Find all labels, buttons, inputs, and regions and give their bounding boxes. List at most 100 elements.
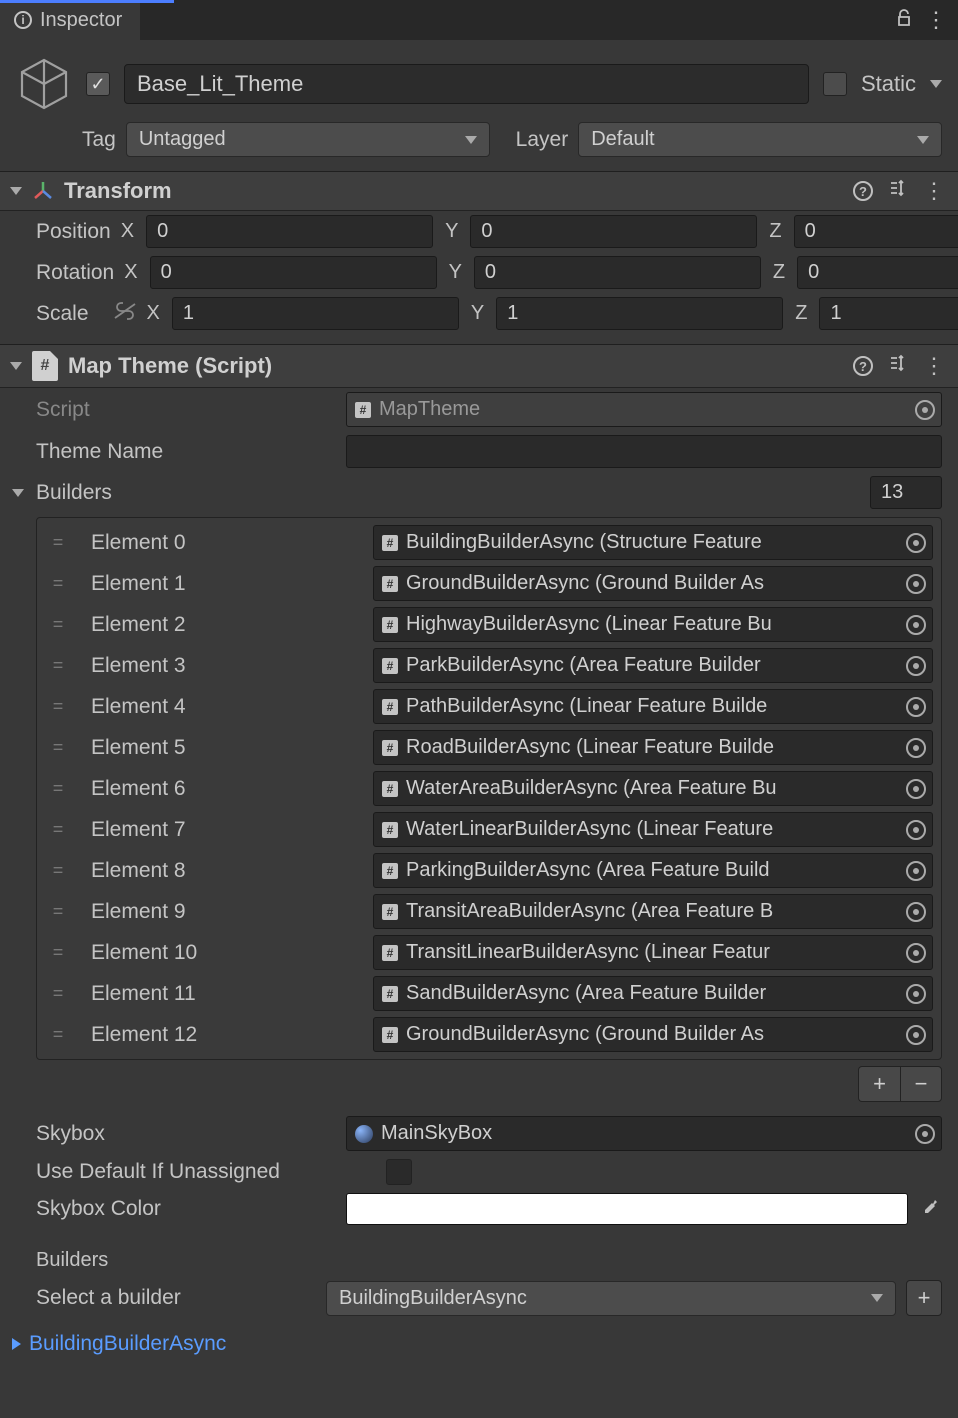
element-ref-field[interactable]: #WaterLinearBuilderAsync (Linear Feature: [373, 812, 933, 847]
drag-handle-icon[interactable]: =: [45, 573, 69, 594]
element-ref-field[interactable]: #TransitLinearBuilderAsync (Linear Featu…: [373, 935, 933, 970]
use-default-checkbox[interactable]: [386, 1159, 412, 1185]
target-icon[interactable]: [906, 697, 926, 717]
transform-header[interactable]: Transform ? ⋮: [0, 171, 958, 211]
builder-foldout-row[interactable]: BuildingBuilderAsync: [0, 1326, 958, 1356]
builder-element-row[interactable]: =Element 6#WaterAreaBuilderAsync (Area F…: [41, 768, 937, 809]
target-icon[interactable]: [906, 574, 926, 594]
target-icon[interactable]: [906, 656, 926, 676]
builder-element-row[interactable]: =Element 3#ParkBuilderAsync (Area Featur…: [41, 645, 937, 686]
target-icon[interactable]: [906, 615, 926, 635]
drag-handle-icon[interactable]: =: [45, 819, 69, 840]
builder-element-row[interactable]: =Element 1#GroundBuilderAsync (Ground Bu…: [41, 563, 937, 604]
drag-handle-icon[interactable]: =: [45, 901, 69, 922]
skybox-field[interactable]: MainSkyBox: [346, 1116, 942, 1151]
drag-handle-icon[interactable]: =: [45, 1024, 69, 1045]
target-icon[interactable]: [906, 984, 926, 1004]
preset-icon[interactable]: [889, 354, 907, 378]
add-builder-button[interactable]: +: [906, 1280, 942, 1316]
element-ref-field[interactable]: #ParkBuilderAsync (Area Feature Builder: [373, 648, 933, 683]
element-ref-field[interactable]: #SandBuilderAsync (Area Feature Builder: [373, 976, 933, 1011]
preset-icon[interactable]: [889, 179, 907, 203]
help-icon[interactable]: ?: [853, 356, 873, 376]
target-icon[interactable]: [906, 902, 926, 922]
inspector-tab[interactable]: i Inspector: [0, 0, 140, 40]
builder-element-row[interactable]: =Element 11#SandBuilderAsync (Area Featu…: [41, 973, 937, 1014]
element-ref-field[interactable]: #BuildingBuilderAsync (Structure Feature: [373, 525, 933, 560]
target-icon[interactable]: [915, 400, 935, 420]
drag-handle-icon[interactable]: =: [45, 942, 69, 963]
tag-dropdown[interactable]: Untagged: [126, 122, 490, 157]
element-ref-field[interactable]: #GroundBuilderAsync (Ground Builder As: [373, 1017, 933, 1052]
position-y-input[interactable]: [470, 215, 757, 248]
target-icon[interactable]: [906, 861, 926, 881]
drag-handle-icon[interactable]: =: [45, 983, 69, 1004]
element-ref-field[interactable]: #RoadBuilderAsync (Linear Feature Builde: [373, 730, 933, 765]
builder-element-row[interactable]: =Element 2#HighwayBuilderAsync (Linear F…: [41, 604, 937, 645]
drag-handle-icon[interactable]: =: [45, 655, 69, 676]
drag-handle-icon[interactable]: =: [45, 696, 69, 717]
tab-bar: i Inspector ⋮: [0, 0, 958, 40]
builders-size-input[interactable]: [870, 476, 942, 509]
scale-y-input[interactable]: [496, 297, 783, 330]
drag-handle-icon[interactable]: =: [45, 778, 69, 799]
builder-element-row[interactable]: =Element 7#WaterLinearBuilderAsync (Line…: [41, 809, 937, 850]
target-icon[interactable]: [906, 943, 926, 963]
maptheme-header[interactable]: # Map Theme (Script) ? ⋮: [0, 344, 958, 388]
position-x-input[interactable]: [146, 215, 433, 248]
builder-element-row[interactable]: =Element 8#ParkingBuilderAsync (Area Fea…: [41, 850, 937, 891]
builder-select-dropdown[interactable]: BuildingBuilderAsync: [326, 1281, 896, 1316]
static-checkbox[interactable]: [823, 72, 847, 96]
static-dropdown-arrow[interactable]: [930, 80, 942, 88]
element-ref-field[interactable]: #TransitAreaBuilderAsync (Area Feature B: [373, 894, 933, 929]
theme-name-input[interactable]: [346, 435, 942, 468]
lock-icon[interactable]: [895, 9, 913, 32]
element-value: ParkingBuilderAsync (Area Feature Build: [406, 859, 898, 882]
component-menu-icon[interactable]: ⋮: [923, 353, 944, 379]
target-icon[interactable]: [906, 820, 926, 840]
skybox-row: Skybox MainSkyBox: [0, 1112, 958, 1155]
scale-x-input[interactable]: [172, 297, 459, 330]
builder-expanded-name: BuildingBuilderAsync: [29, 1332, 226, 1356]
drag-handle-icon[interactable]: =: [45, 737, 69, 758]
target-icon[interactable]: [906, 779, 926, 799]
element-ref-field[interactable]: #HighwayBuilderAsync (Linear Feature Bu: [373, 607, 933, 642]
layer-dropdown[interactable]: Default: [578, 122, 942, 157]
element-ref-field[interactable]: #ParkingBuilderAsync (Area Feature Build: [373, 853, 933, 888]
builders-array-header[interactable]: Builders: [0, 472, 958, 513]
scale-z-input[interactable]: [819, 297, 958, 330]
element-ref-field[interactable]: #GroundBuilderAsync (Ground Builder As: [373, 566, 933, 601]
skybox-color-field[interactable]: [346, 1193, 908, 1225]
element-label: Element 0: [81, 531, 361, 555]
builder-element-row[interactable]: =Element 4#PathBuilderAsync (Linear Feat…: [41, 686, 937, 727]
builder-element-row[interactable]: =Element 5#RoadBuilderAsync (Linear Feat…: [41, 727, 937, 768]
gameobject-active-checkbox[interactable]: ✓: [86, 72, 110, 96]
target-icon[interactable]: [906, 1025, 926, 1045]
element-ref-field[interactable]: #PathBuilderAsync (Linear Feature Builde: [373, 689, 933, 724]
builder-element-row[interactable]: =Element 9#TransitAreaBuilderAsync (Area…: [41, 891, 937, 932]
rotation-x-input[interactable]: [150, 256, 437, 289]
drag-handle-icon[interactable]: =: [45, 860, 69, 881]
element-ref-field[interactable]: #WaterAreaBuilderAsync (Area Feature Bu: [373, 771, 933, 806]
target-icon[interactable]: [906, 533, 926, 553]
rotation-y-input[interactable]: [474, 256, 761, 289]
rotation-z-input[interactable]: [797, 256, 958, 289]
builder-element-row[interactable]: =Element 10#TransitLinearBuilderAsync (L…: [41, 932, 937, 973]
drag-handle-icon[interactable]: =: [45, 614, 69, 635]
constrain-icon[interactable]: [113, 302, 137, 326]
eyedropper-icon[interactable]: [918, 1198, 942, 1221]
array-add-button[interactable]: +: [858, 1066, 900, 1102]
builder-element-row[interactable]: =Element 12#GroundBuilderAsync (Ground B…: [41, 1014, 937, 1055]
gameobject-name-input[interactable]: [124, 64, 809, 104]
builder-element-row[interactable]: = Element 0 #BuildingBuilderAsync (Structu…: [41, 522, 937, 563]
drag-handle-icon[interactable]: =: [45, 532, 69, 553]
position-z-input[interactable]: [794, 215, 958, 248]
help-icon[interactable]: ?: [853, 181, 873, 201]
target-icon[interactable]: [906, 738, 926, 758]
target-icon[interactable]: [915, 1124, 935, 1144]
array-remove-button[interactable]: −: [900, 1066, 942, 1102]
x-label: X: [121, 220, 134, 243]
panel-menu-icon[interactable]: ⋮: [925, 7, 946, 33]
component-menu-icon[interactable]: ⋮: [923, 178, 944, 204]
rotation-row: Rotation X Y Z: [0, 252, 958, 293]
